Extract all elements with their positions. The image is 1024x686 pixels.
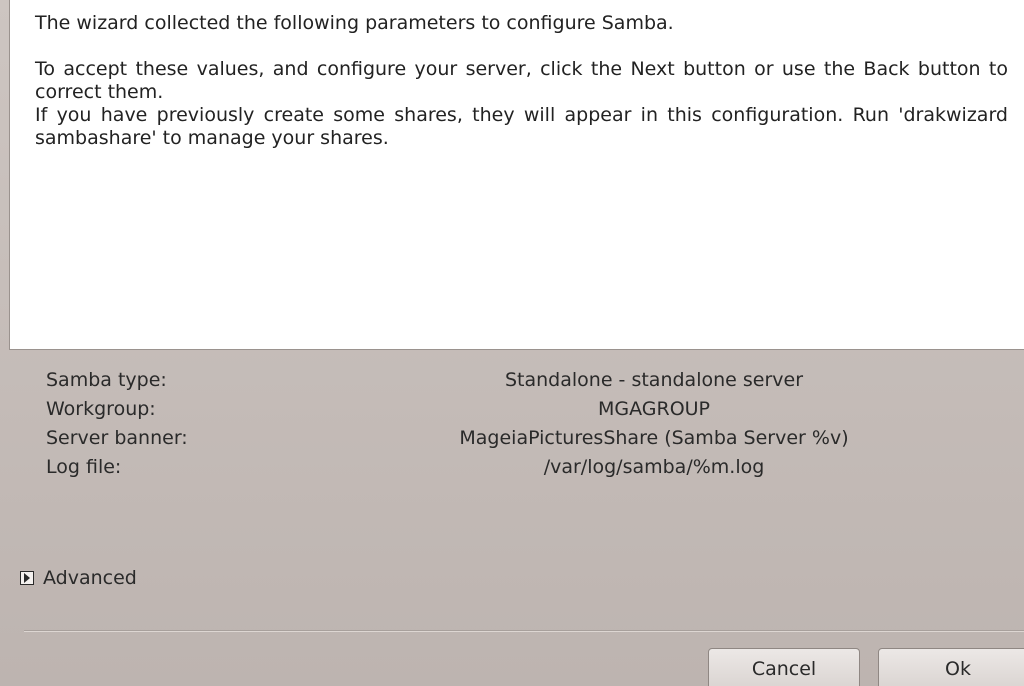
horizontal-separator: [24, 630, 1024, 632]
advanced-expander[interactable]: Advanced: [20, 565, 137, 591]
accept-text: To accept these values, and configure yo…: [35, 58, 1008, 103]
param-label: Log file:: [46, 456, 122, 478]
param-row-log-file: Log file: /var/log/samba/%m.log: [46, 453, 1006, 482]
ok-button[interactable]: Ok: [878, 648, 1024, 686]
param-row-server-banner: Server banner: MageiaPicturesShare (Samb…: [46, 424, 1006, 453]
parameters-summary: Samba type: Standalone - standalone serv…: [46, 366, 1006, 482]
param-value: MGAGROUP: [597, 398, 711, 420]
shares-text: If you have previously create some share…: [35, 104, 1008, 149]
intro-text: The wizard collected the following param…: [35, 12, 674, 34]
param-row-workgroup: Workgroup: MGAGROUP: [46, 395, 1006, 424]
cancel-button[interactable]: Cancel: [708, 648, 860, 686]
param-label: Server banner:: [46, 427, 188, 449]
param-row-samba-type: Samba type: Standalone - standalone serv…: [46, 366, 1006, 395]
description-text-area[interactable]: The wizard collected the following param…: [9, 0, 1024, 350]
param-value: /var/log/samba/%m.log: [543, 456, 765, 478]
expand-arrow-icon[interactable]: [20, 571, 34, 585]
param-value: Standalone - standalone server: [504, 369, 804, 391]
advanced-label: Advanced: [43, 567, 137, 589]
param-value: MageiaPicturesShare (Samba Server %v): [459, 427, 849, 449]
param-label: Workgroup:: [46, 398, 156, 420]
samba-wizard-window: The wizard collected the following param…: [0, 0, 1024, 686]
param-label: Samba type:: [46, 369, 167, 391]
